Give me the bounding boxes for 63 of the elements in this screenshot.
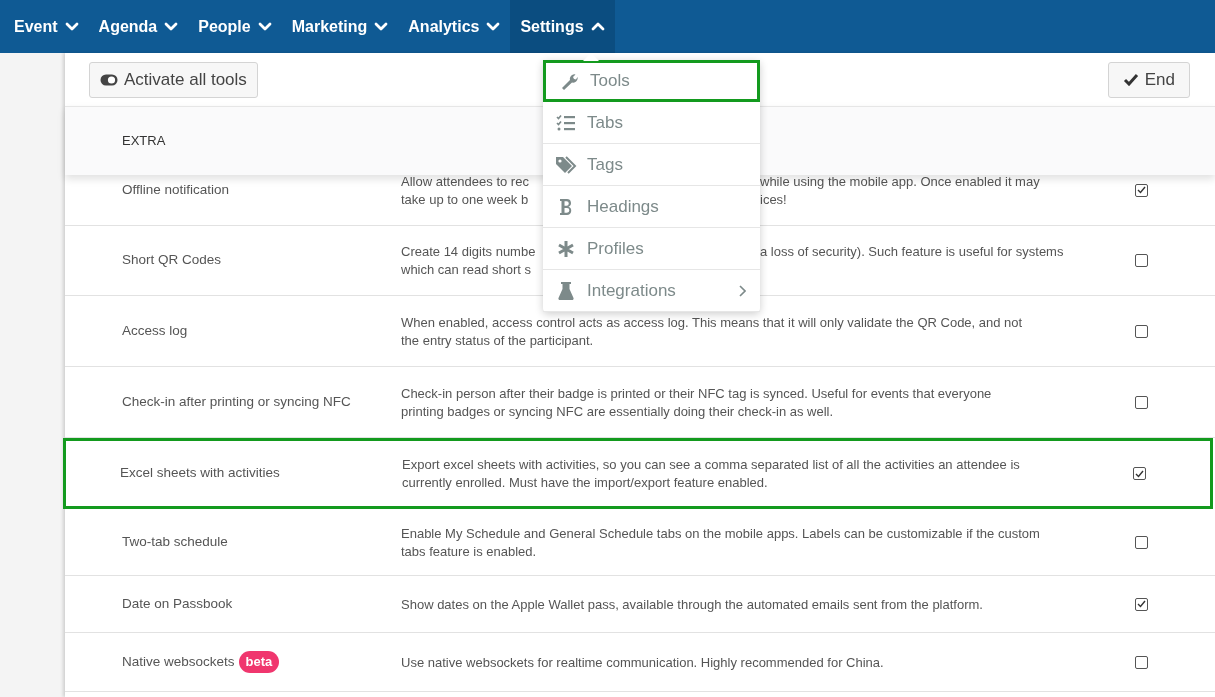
checklist-icon [556, 113, 576, 132]
nav-menu-item[interactable]: Event [4, 0, 89, 53]
menu-item[interactable]: Integrations [543, 270, 760, 312]
description-text: Create 14 digits numbe [401, 244, 536, 259]
description-text: When enabled, access control acts as access log. This means that it will only validate the QR Code, and not [401, 313, 1023, 331]
description-text: Enable My Schedule and General Schedule tabs on the mobile apps. Labels can be customizable if the custom [401, 524, 1040, 542]
setting-name: Offline notification [122, 180, 230, 199]
checkbox[interactable] [1134, 183, 1148, 197]
description-text: currently enrolled. Must have the import/export feature enabled. [402, 474, 768, 491]
setting-name: Two-tab schedule [122, 532, 228, 551]
checkbox[interactable] [1134, 324, 1148, 338]
setting-name: Access log [122, 321, 188, 340]
tags-icon [555, 154, 577, 175]
menu-item[interactable]: Tags [543, 144, 760, 186]
setting-name: Native websockets [122, 652, 235, 671]
description-text: Allow attendees to rec [401, 173, 529, 189]
checkbox[interactable] [1134, 254, 1148, 267]
description-text: tabs feature is enabled. [401, 542, 537, 560]
chevron-icon [257, 20, 272, 33]
check-icon [1122, 73, 1139, 86]
chevron-icon [164, 20, 179, 33]
menu-item[interactable]: Profiles [543, 228, 760, 270]
description-text: ices! [760, 190, 787, 208]
description-text: a loss of security). Such feature is useful for systems [760, 243, 1064, 260]
toggle-icon [100, 73, 118, 86]
nav-menu-item[interactable]: Agenda [88, 0, 189, 53]
setting-name: Date on Passbook [122, 594, 233, 613]
asterisk-icon [557, 239, 575, 258]
description-text: printing badges or syncing NFC are essentially doing their check-in as well. [401, 402, 834, 420]
description-text: Check-in person after their badge is printed or their NFC tag is synced. Useful for events that everyone [401, 384, 992, 402]
menu-item[interactable]: Tools [543, 60, 760, 102]
activate-all-tools-button[interactable]: Activate all tools [89, 61, 258, 98]
checkbox[interactable] [1132, 467, 1146, 480]
beta-badge: beta [238, 651, 280, 673]
description-text: the entry status of the participant. [401, 331, 594, 349]
nav-menu-item[interactable]: Analytics [398, 0, 511, 53]
menu-item[interactable]: Headings [543, 186, 760, 228]
checkbox[interactable] [1134, 655, 1148, 669]
menu-item[interactable]: Tabs [543, 102, 760, 144]
description-text: Export excel sheets with activities, so you can see a comma separated list of all the activities an attendee is [402, 456, 1020, 473]
nav-menu-item[interactable]: People [188, 0, 282, 53]
end-button[interactable]: End [1107, 61, 1190, 98]
nav-menu-item[interactable]: Marketing [281, 0, 399, 53]
checkbox[interactable] [1134, 597, 1148, 611]
setting-name: Short QR Codes [122, 251, 222, 270]
description-text: which can read short s [401, 261, 532, 278]
chevron-right-icon [739, 284, 746, 297]
nav-menu-item[interactable]: Settings [510, 0, 615, 53]
description-text: take up to one week b [401, 191, 529, 207]
flask-icon [558, 280, 574, 301]
setting-name: Check-in after printing or syncing NFC [122, 392, 351, 411]
checkbox[interactable] [1134, 395, 1148, 409]
description-text: Show dates on the Apple Wallet pass, available through the automated emails sent from the platform. [401, 595, 983, 613]
chevron-icon [64, 20, 79, 33]
section-header: EXTRA [122, 132, 166, 151]
chevron-icon [590, 20, 605, 33]
description-text: Use native websockets for realtime communication. Highly recommended for China. [401, 653, 884, 671]
checkbox[interactable] [1134, 535, 1148, 549]
chevron-icon [374, 20, 389, 33]
bold-letter-icon [558, 197, 574, 216]
description-text: while using the mobile app. Once enabled it may [760, 172, 1040, 190]
chevron-icon [486, 20, 501, 33]
setting-name: Excel sheets with activities [120, 464, 280, 483]
